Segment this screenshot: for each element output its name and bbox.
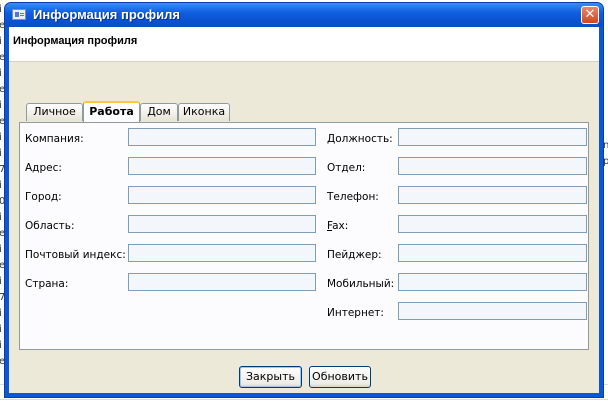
country-field[interactable]: [128, 273, 316, 291]
tab-personal[interactable]: Личное: [26, 103, 83, 121]
window-title: Информация профиля: [33, 7, 180, 22]
country-label: Страна:: [25, 278, 69, 290]
profile-card-icon: [12, 9, 26, 20]
background-text: i: [0, 180, 2, 191]
background-divider: [0, 399, 608, 400]
job-title-field[interactable]: [398, 128, 587, 146]
background-text: i: [0, 132, 2, 143]
background-text: i: [0, 4, 2, 15]
background-text: i: [0, 340, 2, 351]
background-text: i: [0, 324, 2, 335]
city-field[interactable]: [128, 186, 316, 204]
close-button[interactable]: Закрыть: [239, 366, 302, 388]
postal-code-field[interactable]: [128, 244, 316, 262]
background-text: i: [0, 276, 2, 287]
mobile-label: Мобильный:: [327, 278, 395, 290]
header-band: Информация профиля: [9, 27, 599, 62]
region-label: Область:: [25, 220, 75, 232]
pager-field[interactable]: [398, 244, 587, 262]
page-title: Информация профиля: [13, 35, 138, 47]
background-text: i: [0, 244, 2, 255]
background-text: i: [0, 148, 2, 159]
address-field[interactable]: [128, 157, 316, 175]
company-field[interactable]: [128, 128, 316, 146]
profile-dialog: Информация профиля ✕ Информация профиля …: [4, 2, 604, 398]
dialog-body: Информация профиля Личное Работа Дом Ико…: [9, 27, 599, 393]
tab-icon[interactable]: Иконка: [178, 103, 230, 121]
title-bar[interactable]: Информация профиля ✕: [5, 3, 603, 27]
close-icon[interactable]: ✕: [581, 6, 599, 24]
fax-field[interactable]: [398, 215, 587, 233]
company-label: Компания:: [25, 133, 84, 145]
phone-field[interactable]: [398, 186, 587, 204]
internet-field[interactable]: [398, 302, 587, 320]
internet-label: Интернет:: [327, 307, 384, 319]
department-label: Отдел:: [327, 162, 366, 174]
fax-label: Fax:: [327, 220, 349, 232]
mobile-field[interactable]: [398, 273, 587, 291]
tab-home[interactable]: Дом: [140, 103, 178, 121]
background-text: i: [0, 100, 2, 111]
postal-code-label: Почтовый индекс:: [25, 249, 126, 261]
department-field[interactable]: [398, 157, 587, 175]
city-label: Город:: [25, 191, 62, 203]
refresh-button[interactable]: Обновить: [309, 366, 371, 388]
background-text: i: [0, 308, 2, 319]
background-text: i: [0, 212, 2, 223]
phone-label: Телефон:: [327, 191, 379, 203]
background-text: i: [0, 36, 2, 47]
job-title-label: Должность:: [327, 133, 393, 145]
tab-work[interactable]: Работа: [83, 101, 140, 122]
background-text: i: [0, 68, 2, 79]
region-field[interactable]: [128, 215, 316, 233]
address-label: Адрес:: [25, 162, 62, 174]
pager-label: Пейджер:: [327, 249, 382, 261]
